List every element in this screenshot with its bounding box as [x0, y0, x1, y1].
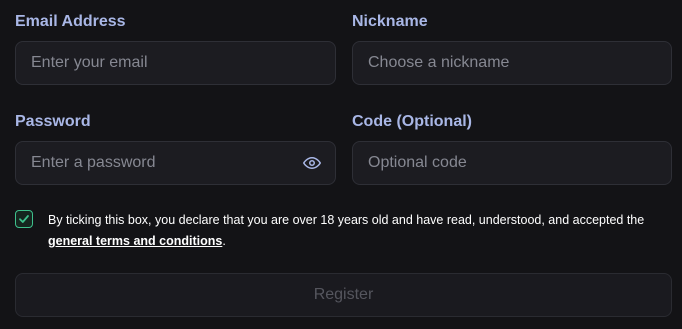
eye-icon[interactable] — [303, 154, 321, 172]
code-field-container — [352, 141, 672, 185]
terms-suffix: . — [222, 234, 226, 248]
password-label: Password — [15, 113, 91, 130]
code-input[interactable] — [353, 142, 671, 184]
terms-statement: By ticking this box, you declare that yo… — [48, 213, 645, 227]
email-field-container — [15, 41, 336, 85]
registration-form: Email Address Nickname Password Code (Op… — [0, 0, 682, 329]
checkmark-icon — [19, 215, 29, 223]
email-input[interactable] — [16, 42, 335, 84]
nickname-field-container — [352, 41, 672, 85]
nickname-label: Nickname — [352, 13, 428, 30]
register-button[interactable]: Register — [15, 273, 672, 317]
password-field-container — [15, 141, 336, 185]
terms-checkbox[interactable] — [15, 210, 33, 228]
terms-text: By ticking this box, you declare that yo… — [48, 210, 673, 252]
code-label: Code (Optional) — [352, 113, 472, 130]
nickname-input[interactable] — [353, 42, 671, 84]
password-input[interactable] — [16, 142, 335, 184]
terms-link[interactable]: general terms and conditions — [48, 234, 222, 248]
email-label: Email Address — [15, 13, 126, 30]
